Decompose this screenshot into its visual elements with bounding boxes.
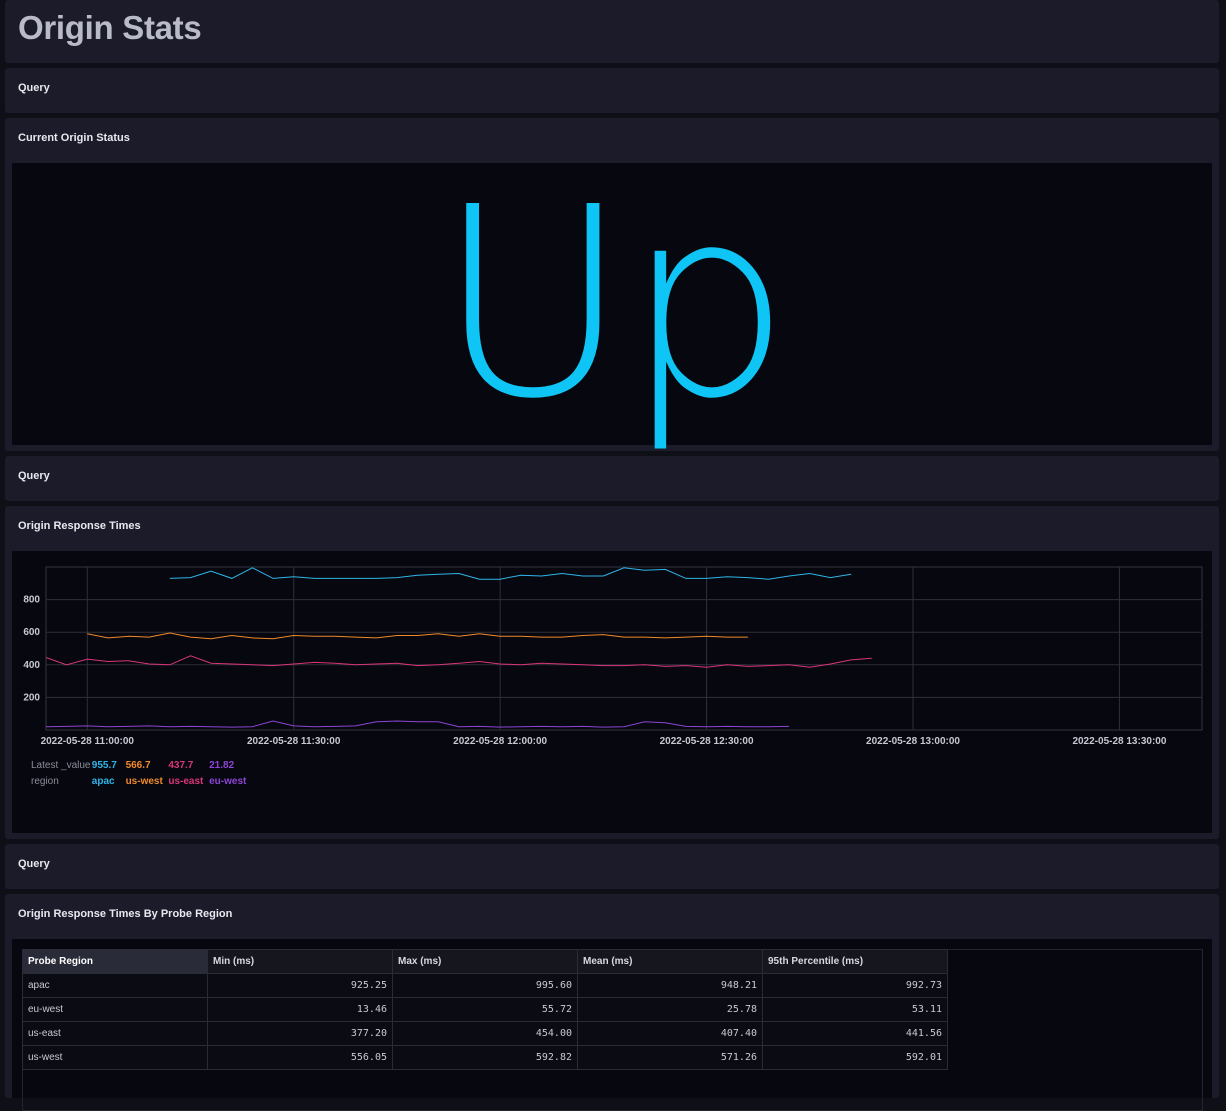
cell-max: 995.60 bbox=[392, 973, 578, 998]
column-header-max[interactable]: Max (ms) bbox=[392, 949, 578, 974]
cell-max: 454.00 bbox=[392, 1021, 578, 1046]
table-header-row: Probe Region Min (ms) Max (ms) Mean (ms)… bbox=[22, 949, 948, 974]
cell-min: 377.20 bbox=[207, 1021, 393, 1046]
table-row: us-east 377.20 454.00 407.40 441.56 bbox=[22, 1021, 948, 1046]
query-panel-table[interactable]: Query bbox=[5, 844, 1219, 889]
status-display: Up bbox=[12, 163, 1212, 445]
table-area: Probe Region Min (ms) Max (ms) Mean (ms)… bbox=[12, 939, 1212, 1111]
table-row: eu-west 13.46 55.72 25.78 53.11 bbox=[22, 997, 948, 1022]
legend-value-eu-west: 21.82 bbox=[209, 760, 235, 771]
query-panel-status[interactable]: Query bbox=[5, 68, 1219, 113]
table-cell-title: Origin Response Times By Probe Region bbox=[18, 908, 233, 920]
series-line-apac bbox=[169, 567, 852, 580]
cell-mean: 571.26 bbox=[577, 1045, 763, 1070]
response-times-chart[interactable]: 200 400 600 800 2022-05-28 11:00:00 2022-05-2… bbox=[12, 551, 1212, 751]
legend-value-us-west: 566.7 bbox=[125, 760, 151, 771]
query-label[interactable]: Query bbox=[18, 470, 50, 482]
x-tick-label: 2022-05-28 12:00:00 bbox=[453, 736, 547, 747]
cell-max: 592.82 bbox=[392, 1045, 578, 1070]
x-tick-label: 2022-05-28 13:00:00 bbox=[866, 736, 960, 747]
cell-mean: 25.78 bbox=[577, 997, 763, 1022]
legend-values-row: Latest _value 955.7 566.7 437.7 21.82 bbox=[31, 760, 249, 771]
cell-min: 925.25 bbox=[207, 973, 393, 998]
column-header-min[interactable]: Min (ms) bbox=[207, 949, 393, 974]
legend-value-apac: 955.7 bbox=[91, 760, 117, 771]
cell-max: 55.72 bbox=[392, 997, 578, 1022]
x-tick-label: 2022-05-28 13:30:00 bbox=[1072, 736, 1166, 747]
legend-region-us-west: us-west bbox=[125, 776, 163, 787]
legend-region-us-east: us-east bbox=[168, 776, 204, 787]
response-times-cell: Origin Response Times 200 400 600 800 2022-0… bbox=[5, 506, 1219, 839]
table-row: apac 925.25 995.60 948.21 992.73 bbox=[22, 973, 948, 998]
y-tick-label: 600 bbox=[23, 627, 40, 638]
cell-p95: 441.56 bbox=[762, 1021, 948, 1046]
query-label[interactable]: Query bbox=[18, 858, 50, 870]
query-panel-response[interactable]: Query bbox=[5, 456, 1219, 501]
cell-region: apac bbox=[22, 973, 208, 998]
column-header-probe-region[interactable]: Probe Region bbox=[22, 949, 208, 974]
series-line-us-west bbox=[87, 632, 748, 640]
legend-region-apac: apac bbox=[91, 776, 115, 787]
column-header-mean[interactable]: Mean (ms) bbox=[577, 949, 763, 974]
cell-p95: 592.01 bbox=[762, 1045, 948, 1070]
x-tick-label: 2022-05-28 11:00:00 bbox=[41, 736, 135, 747]
cell-min: 13.46 bbox=[207, 997, 393, 1022]
series-line-eu-west bbox=[45, 720, 790, 728]
table-row: us-west 556.05 592.82 571.26 592.01 bbox=[22, 1045, 948, 1070]
series-line-us-east bbox=[45, 655, 872, 668]
chart-area: 200 400 600 800 2022-05-28 11:00:00 2022-05-2… bbox=[12, 551, 1212, 833]
response-cell-title: Origin Response Times bbox=[18, 520, 141, 532]
cell-region: us-east bbox=[22, 1021, 208, 1046]
cell-p95: 53.11 bbox=[762, 997, 948, 1022]
cell-region: eu-west bbox=[22, 997, 208, 1022]
cell-region: us-west bbox=[22, 1045, 208, 1070]
cell-p95: 992.73 bbox=[762, 973, 948, 998]
status-cell-title: Current Origin Status bbox=[18, 132, 130, 144]
y-tick-label: 400 bbox=[23, 660, 40, 671]
cell-mean: 948.21 bbox=[577, 973, 763, 998]
page-header: Origin Stats bbox=[5, 0, 1219, 63]
query-label[interactable]: Query bbox=[18, 82, 50, 94]
response-by-region-cell: Origin Response Times By Probe Region Pr… bbox=[5, 894, 1219, 1111]
x-tick-label: 2022-05-28 11:30:00 bbox=[247, 736, 341, 747]
legend-group-label: region bbox=[31, 776, 59, 787]
status-value: Up bbox=[436, 151, 791, 456]
column-header-p95[interactable]: 95th Percentile (ms) bbox=[762, 949, 948, 974]
stats-table: Probe Region Min (ms) Max (ms) Mean (ms)… bbox=[22, 949, 948, 1070]
x-tick-label: 2022-05-28 12:30:00 bbox=[660, 736, 754, 747]
y-tick-label: 800 bbox=[23, 595, 40, 606]
y-tick-label: 200 bbox=[23, 692, 40, 703]
page-title: Origin Stats bbox=[18, 9, 202, 46]
legend-value-us-east: 437.7 bbox=[168, 760, 194, 771]
plot-frame bbox=[45, 566, 1203, 731]
legend-regions-row: region apac us-west us-east eu-west bbox=[31, 776, 249, 787]
legend-value-label: Latest _value bbox=[31, 760, 91, 771]
cell-min: 556.05 bbox=[207, 1045, 393, 1070]
status-cell: Current Origin Status Up bbox=[5, 118, 1219, 451]
legend-region-eu-west: eu-west bbox=[209, 776, 247, 787]
cell-mean: 407.40 bbox=[577, 1021, 763, 1046]
